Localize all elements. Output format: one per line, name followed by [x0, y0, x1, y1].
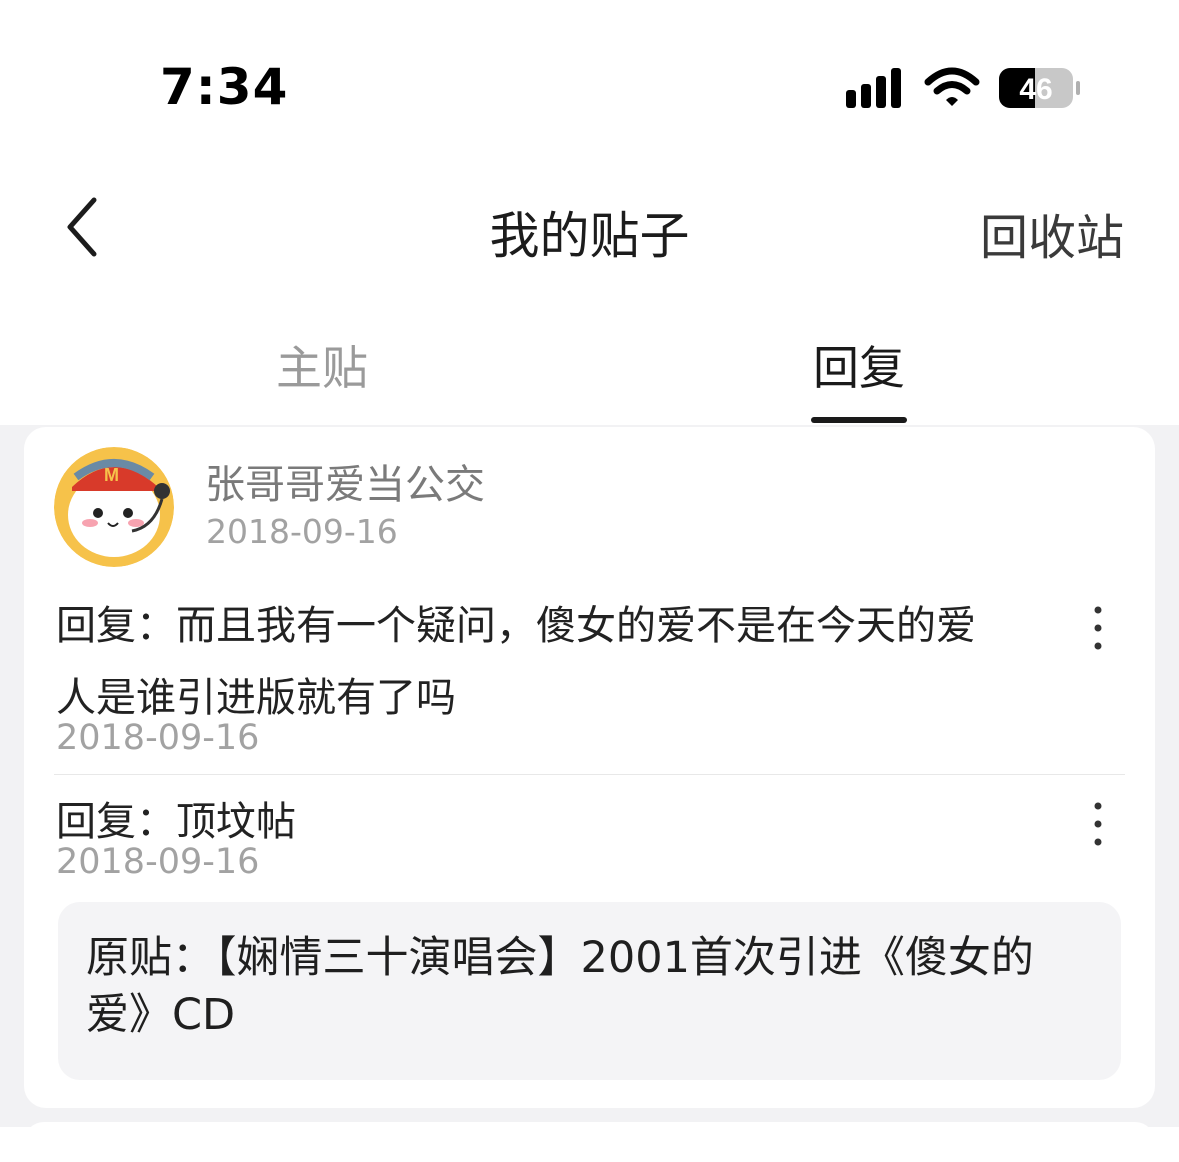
battery-level: 46	[1019, 73, 1052, 106]
username[interactable]: 张哥哥爱当公交	[205, 452, 485, 510]
status-bar: 7:34 46	[0, 0, 1179, 150]
reply-date: 2018-09-16	[56, 842, 260, 882]
tab-main-posts[interactable]: 主贴	[276, 332, 368, 398]
svg-text:M: M	[104, 465, 119, 485]
original-post-link[interactable]: 原贴：【娴情三十演唱会】2001首次引进《傻女的爱》CD	[58, 902, 1121, 1080]
next-card	[24, 1122, 1155, 1162]
avatar[interactable]: M	[54, 447, 174, 567]
divider	[54, 774, 1125, 775]
avatar-image: M	[54, 447, 174, 567]
reply-date: 2018-09-16	[56, 718, 260, 758]
battery-icon: 46	[999, 68, 1080, 108]
more-options-icon[interactable]	[1088, 604, 1108, 654]
tab-replies[interactable]: 回复	[813, 332, 905, 398]
more-options-icon[interactable]	[1088, 800, 1108, 850]
active-tab-indicator	[811, 417, 907, 423]
wifi-icon	[924, 67, 980, 106]
status-time: 7:34	[160, 58, 289, 116]
post-date: 2018-09-16	[206, 512, 398, 551]
original-post-text: 原贴：【娴情三十演唱会】2001首次引进《傻女的爱》CD	[86, 933, 1034, 1040]
reply-text[interactable]: 回复：而且我有一个疑问，傻女的爱不是在今天的爱人是谁引进版就有了吗	[56, 590, 996, 734]
recycle-bin-button[interactable]: 回收站	[980, 198, 1124, 268]
signal-icon	[846, 68, 901, 108]
